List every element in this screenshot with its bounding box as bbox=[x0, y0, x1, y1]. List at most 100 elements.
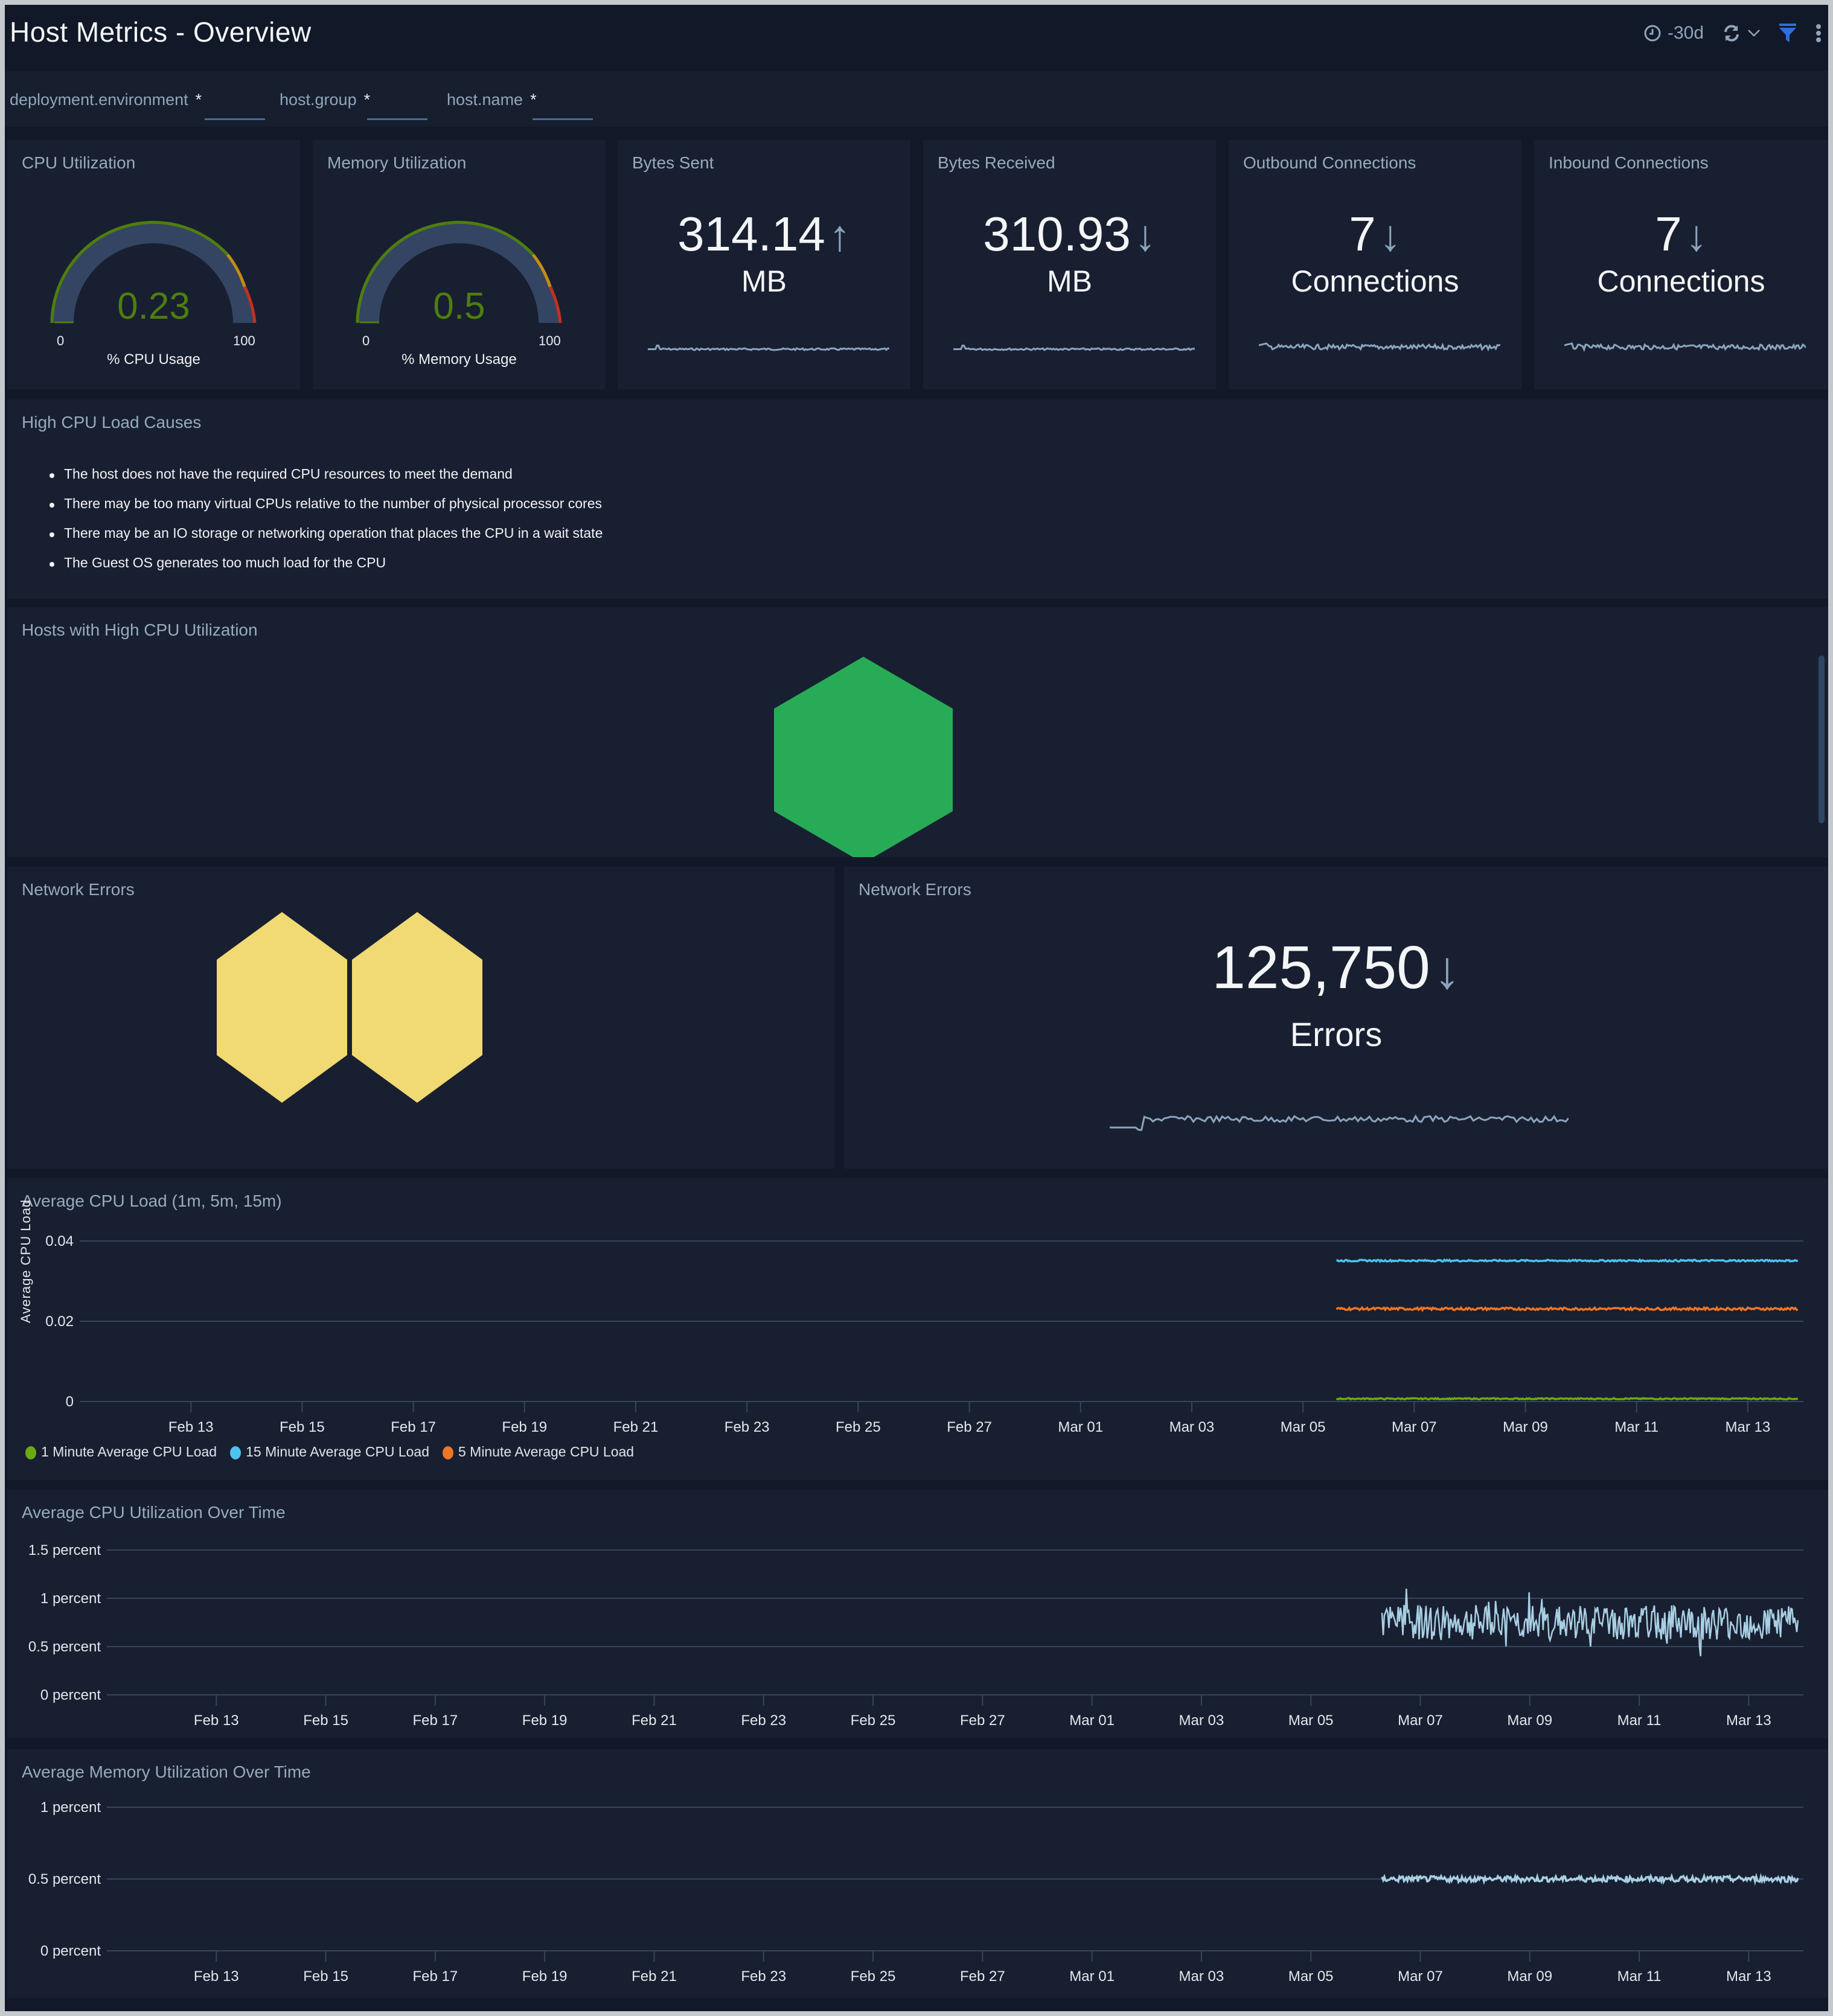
x-tick-label: Feb 13 bbox=[168, 1419, 214, 1435]
x-tick-label: Mar 05 bbox=[1281, 1419, 1326, 1435]
x-tick-label: Mar 11 bbox=[1617, 1712, 1662, 1729]
refresh-button[interactable] bbox=[1722, 24, 1761, 43]
cpu-load-chart: 0 0.02 0.04 Feb 13 Feb 15 Feb 17 Feb 19 Feb 21 F… bbox=[45, 1233, 1803, 1435]
filter-label: host.group bbox=[280, 91, 357, 109]
x-tick-label: Mar 07 bbox=[1398, 1968, 1443, 1985]
stat-value: 310.93 bbox=[983, 207, 1131, 261]
filter-input-underline[interactable] bbox=[205, 118, 265, 120]
panel-network-errors-stat: Network Errors 125,750↓ Errors bbox=[844, 867, 1828, 1169]
x-tick-label: Feb 15 bbox=[303, 1712, 348, 1729]
x-tick-label: Feb 25 bbox=[836, 1419, 881, 1435]
x-tick-label: Mar 13 bbox=[1726, 1712, 1771, 1729]
filter-icon[interactable] bbox=[1779, 24, 1797, 43]
panel-title: Network Errors bbox=[859, 880, 971, 899]
x-tick-label: Mar 05 bbox=[1288, 1712, 1334, 1729]
x-tick-label: Mar 01 bbox=[1069, 1712, 1115, 1729]
y-tick-label: 0.04 bbox=[45, 1233, 74, 1249]
more-vertical-icon[interactable] bbox=[1815, 24, 1822, 43]
series-line[interactable] bbox=[1381, 1872, 1799, 1886]
x-tick-label: Feb 27 bbox=[947, 1419, 992, 1435]
sparkline bbox=[1259, 342, 1500, 352]
series-line[interactable] bbox=[1336, 1397, 1799, 1401]
legend-item[interactable]: 5 Minute Average CPU Load bbox=[442, 1444, 634, 1460]
x-tick-label: Mar 07 bbox=[1392, 1419, 1437, 1435]
filter-host-group[interactable]: host.group * bbox=[280, 91, 427, 120]
dashboard-header: Host Metrics - Overview -30d bbox=[5, 5, 1828, 71]
series-line[interactable] bbox=[1336, 1258, 1799, 1263]
time-range-button[interactable]: -30d bbox=[1643, 23, 1704, 43]
stat-value: 7 bbox=[1655, 207, 1682, 261]
honeycomb bbox=[774, 657, 953, 857]
panel-high-cpu-load-causes: High CPU Load Causes The host does not h… bbox=[7, 400, 1828, 599]
scrollbar[interactable] bbox=[1819, 656, 1825, 823]
gauge-label: % CPU Usage bbox=[107, 351, 200, 368]
host-hexagon[interactable] bbox=[774, 657, 953, 857]
y-tick-label: 1 percent bbox=[40, 1799, 101, 1816]
x-tick-label: Feb 15 bbox=[280, 1419, 325, 1435]
x-tick-label: Feb 21 bbox=[632, 1712, 677, 1729]
filter-host-name[interactable]: host.name * bbox=[447, 91, 593, 120]
x-tick-label: Mar 03 bbox=[1179, 1968, 1224, 1985]
template-variables-bar: deployment.environment * host.group * host… bbox=[5, 71, 1828, 127]
panel-hosts-high-cpu: Hosts with High CPU Utilization bbox=[7, 607, 1828, 857]
x-tick-label: Feb 17 bbox=[413, 1968, 458, 1985]
panel-average-cpu-utilization: Average CPU Utilization Over Time 0 perc… bbox=[7, 1490, 1828, 1738]
panel-average-memory-utilization: Average Memory Utilization Over Time 0 p… bbox=[7, 1749, 1828, 1998]
filter-deployment-environment[interactable]: deployment.environment * bbox=[10, 91, 265, 120]
filter-label: host.name bbox=[447, 91, 523, 109]
filter-value: * bbox=[530, 91, 537, 109]
arrow-up-icon: ↑ bbox=[828, 212, 851, 260]
legend-swatch bbox=[25, 1446, 36, 1459]
panel-title: Outbound Connections bbox=[1243, 153, 1416, 172]
network-error-hexagon[interactable] bbox=[352, 912, 482, 1103]
filter-input-underline[interactable] bbox=[533, 118, 593, 120]
y-axis-label: Average CPU Load bbox=[18, 1199, 33, 1323]
stat-value: 314.14 bbox=[677, 207, 825, 261]
filter-input-underline[interactable] bbox=[367, 118, 427, 120]
filter-value: * bbox=[363, 91, 371, 109]
chevron-down-icon bbox=[1747, 29, 1761, 37]
stat-value: 7 bbox=[1349, 207, 1376, 261]
network-error-hexagon[interactable] bbox=[217, 912, 347, 1103]
x-tick-label: Feb 17 bbox=[413, 1712, 458, 1729]
x-tick-label: Mar 01 bbox=[1058, 1419, 1103, 1435]
gauge-min: 0 bbox=[362, 333, 370, 348]
x-tick-label: Feb 27 bbox=[960, 1712, 1005, 1729]
panel-title: Bytes Sent bbox=[632, 153, 714, 172]
x-tick-label: Mar 11 bbox=[1617, 1968, 1662, 1985]
causes-list: The host does not have the required CPU … bbox=[50, 466, 603, 584]
panel-cpu-utilization: CPU Utilization 0.23 0 100 % CPU Usage bbox=[7, 140, 300, 389]
x-tick-label: Feb 17 bbox=[391, 1419, 436, 1435]
x-tick-label: Feb 19 bbox=[502, 1419, 547, 1435]
page-title: Host Metrics - Overview bbox=[10, 16, 312, 48]
x-tick-label: Feb 19 bbox=[522, 1968, 568, 1985]
y-tick-label: 0 percent bbox=[40, 1687, 101, 1703]
gauge-max: 100 bbox=[539, 333, 561, 348]
clock-icon bbox=[1643, 24, 1662, 42]
y-tick-label: 0.5 percent bbox=[28, 1871, 101, 1887]
gauge-value: 0.5 bbox=[433, 285, 485, 327]
time-range-value: -30d bbox=[1667, 23, 1704, 43]
x-tick-label: Feb 23 bbox=[741, 1712, 786, 1729]
x-tick-label: Mar 09 bbox=[1503, 1419, 1548, 1435]
filter-label: deployment.environment bbox=[10, 91, 188, 109]
panel-inbound-connections: Inbound Connections 7↓ Connections bbox=[1534, 140, 1828, 389]
gauge-label: % Memory Usage bbox=[401, 351, 517, 368]
legend-label: 15 Minute Average CPU Load bbox=[246, 1444, 429, 1459]
arrow-down-icon: ↓ bbox=[1134, 212, 1156, 260]
arrow-down-icon: ↓ bbox=[1433, 940, 1460, 1000]
series-line[interactable] bbox=[1336, 1305, 1799, 1312]
y-tick-label: 0 percent bbox=[40, 1943, 101, 1959]
y-tick-label: 1.5 percent bbox=[28, 1542, 101, 1558]
dashboard: Host Metrics - Overview -30d deployment.… bbox=[5, 5, 1828, 2011]
x-tick-label: Feb 25 bbox=[851, 1968, 896, 1985]
legend-item[interactable]: 1 Minute Average CPU Load bbox=[25, 1444, 217, 1460]
sparkline bbox=[1564, 342, 1806, 352]
x-tick-label: Feb 23 bbox=[725, 1419, 770, 1435]
x-tick-label: Feb 23 bbox=[741, 1968, 786, 1985]
legend-item[interactable]: 15 Minute Average CPU Load bbox=[230, 1444, 429, 1460]
x-tick-label: Mar 13 bbox=[1726, 1419, 1771, 1435]
sparkline-path bbox=[1564, 342, 1806, 352]
panel-bytes-sent: Bytes Sent 314.14↑ MB bbox=[618, 140, 910, 389]
gauge-value: 0.23 bbox=[117, 285, 190, 327]
